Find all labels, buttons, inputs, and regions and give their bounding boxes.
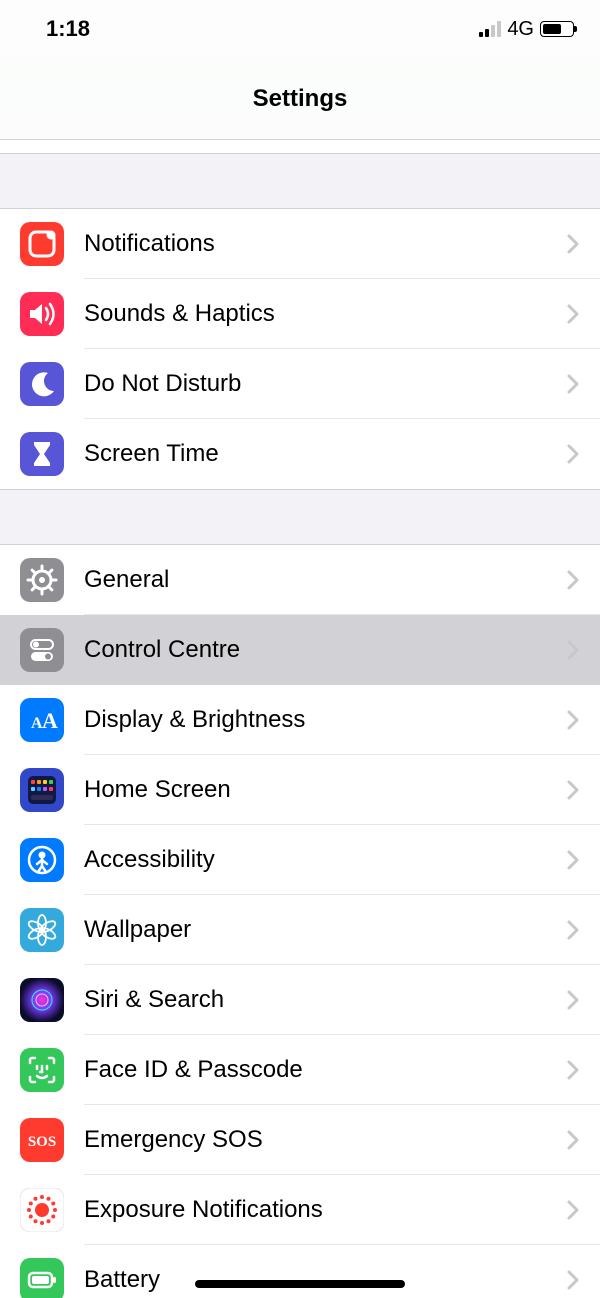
row-label: Siri & Search [84,986,566,1014]
network-label: 4G [507,18,534,41]
settings-row-home-screen[interactable]: Home Screen [0,755,600,825]
exposure-icon [20,1188,64,1232]
home-indicator[interactable] [195,1280,405,1288]
battery-icon [540,21,574,37]
text-size-icon: AA [20,698,64,742]
settings-row-notifications[interactable]: Notifications [0,209,600,279]
status-time: 1:18 [46,16,90,42]
row-label: Wallpaper [84,916,566,944]
chevron-right-icon [566,1059,580,1081]
status-right: 4G [479,18,574,41]
page-title: Settings [253,85,348,113]
hourglass-icon [20,432,64,476]
row-label: Do Not Disturb [84,370,566,398]
settings-row-screentime[interactable]: Screen Time [0,419,600,489]
status-bar: 1:18 4G [0,0,600,58]
settings-row-control-centre[interactable]: Control Centre [0,615,600,685]
row-label: Display & Brightness [84,706,566,734]
settings-row-battery[interactable]: Battery [0,1245,600,1298]
settings-row-faceid[interactable]: Face ID & Passcode [0,1035,600,1105]
chevron-right-icon [566,639,580,661]
apps-grid-icon [20,768,64,812]
sos-icon: SOS [20,1118,64,1162]
gear-icon [20,558,64,602]
svg-text:A: A [42,708,58,733]
battery-icon [20,1258,64,1298]
chevron-right-icon [566,989,580,1011]
signal-icon [479,21,501,37]
chevron-right-icon [566,233,580,255]
chevron-right-icon [566,779,580,801]
moon-icon [20,362,64,406]
chevron-right-icon [566,303,580,325]
faceid-icon [20,1048,64,1092]
previous-row-peek [0,140,600,154]
chevron-right-icon [566,1129,580,1151]
toggles-icon [20,628,64,672]
siri-icon [20,978,64,1022]
notifications-icon [20,222,64,266]
row-label: General [84,566,566,594]
chevron-right-icon [566,373,580,395]
row-label: Exposure Notifications [84,1196,566,1224]
chevron-right-icon [566,1199,580,1221]
settings-row-sos[interactable]: SOS Emergency SOS [0,1105,600,1175]
row-label: Control Centre [84,636,566,664]
settings-row-dnd[interactable]: Do Not Disturb [0,349,600,419]
row-label: Accessibility [84,846,566,874]
chevron-right-icon [566,569,580,591]
settings-row-wallpaper[interactable]: Wallpaper [0,895,600,965]
row-label: Notifications [84,230,566,258]
speaker-icon [20,292,64,336]
flower-icon [20,908,64,952]
chevron-right-icon [566,443,580,465]
settings-row-display[interactable]: AA Display & Brightness [0,685,600,755]
row-label: Sounds & Haptics [84,300,566,328]
row-label: Emergency SOS [84,1126,566,1154]
settings-row-accessibility[interactable]: Accessibility [0,825,600,895]
chevron-right-icon [566,709,580,731]
chevron-right-icon [566,849,580,871]
row-label: Home Screen [84,776,566,804]
nav-bar: Settings [0,58,600,140]
row-label: Face ID & Passcode [84,1056,566,1084]
svg-text:SOS: SOS [28,1134,56,1150]
settings-row-exposure[interactable]: Exposure Notifications [0,1175,600,1245]
person-circle-icon [20,838,64,882]
settings-row-sounds[interactable]: Sounds & Haptics [0,279,600,349]
row-label: Screen Time [84,440,566,468]
chevron-right-icon [566,1269,580,1291]
chevron-right-icon [566,919,580,941]
settings-row-general[interactable]: General [0,545,600,615]
settings-row-siri[interactable]: Siri & Search [0,965,600,1035]
